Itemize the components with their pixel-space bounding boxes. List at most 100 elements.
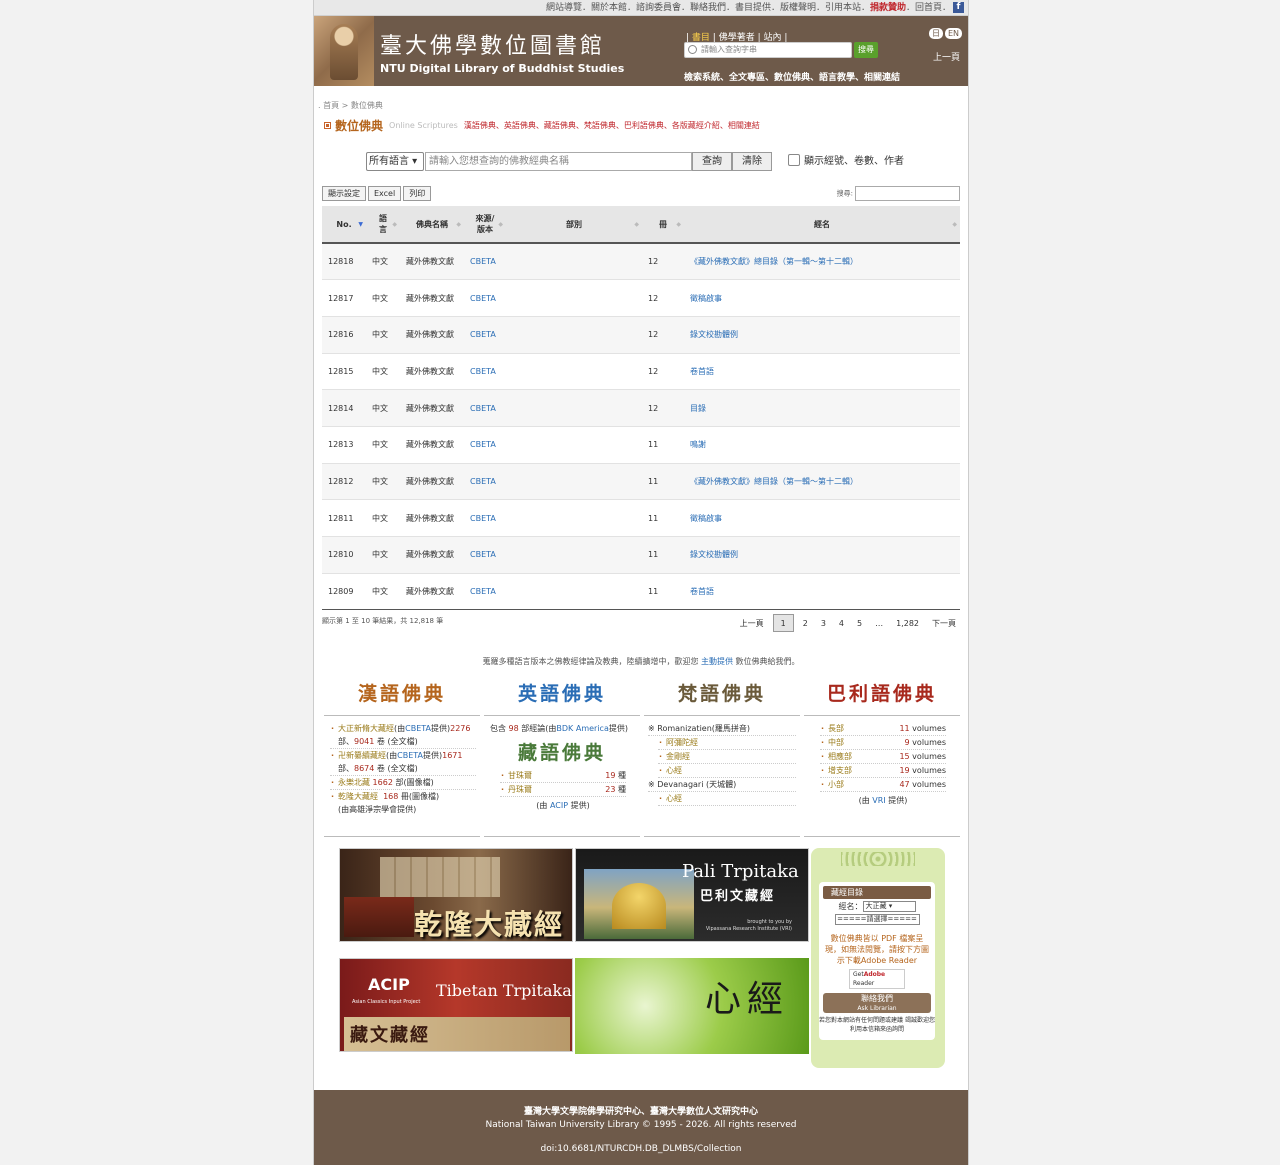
col-header-title[interactable]: 經名 ◆ bbox=[684, 206, 960, 244]
page-last[interactable]: 1,282 bbox=[892, 615, 923, 633]
table-toolbar: 顯示設定 Excel 列印 bbox=[322, 186, 433, 201]
clear-button[interactable]: 清除 bbox=[732, 152, 772, 171]
amitabha-sutra-link[interactable]: 阿彌陀經 bbox=[666, 738, 698, 747]
qianlong-link[interactable]: 乾隆大藏經 bbox=[338, 792, 378, 801]
col-header-name[interactable]: 佛典名稱 ◆ bbox=[400, 206, 464, 244]
canon-select[interactable]: 大正藏 ▾ bbox=[862, 901, 916, 912]
utility-links[interactable]: 網站導覽．關於本館．諮詢委員會．聯絡我們．書目提供．版權聲明．引用本站． bbox=[546, 3, 870, 13]
scripture-search-input[interactable]: 請輸入您想查詢的佛教經典名稱 bbox=[425, 152, 692, 171]
cell-title[interactable]: 卷首語 bbox=[684, 353, 960, 391]
home-link[interactable]: ．回首頁． bbox=[906, 3, 951, 13]
pagination-next[interactable]: 下一頁 bbox=[928, 615, 960, 633]
header-search-button[interactable]: 搜尋 bbox=[854, 42, 878, 58]
col-header-source[interactable]: 來源/版本 ◆ bbox=[464, 206, 506, 244]
cell-title[interactable]: 徵稿啟事 bbox=[684, 499, 960, 537]
cell-title[interactable]: 徵稿啟事 bbox=[684, 279, 960, 317]
prev-page-link[interactable]: 上一頁 bbox=[933, 50, 960, 63]
show-details-checkbox[interactable] bbox=[788, 154, 800, 166]
cell-source[interactable]: CBETA bbox=[464, 279, 506, 317]
col-header-part[interactable]: 部別 ◆ bbox=[506, 206, 642, 244]
language-select[interactable]: 所有語言 ▾ bbox=[366, 152, 424, 171]
page-5[interactable]: 5 bbox=[853, 615, 866, 633]
cell-source[interactable]: CBETA bbox=[464, 353, 506, 391]
cell-source[interactable]: CBETA bbox=[464, 463, 506, 501]
cell-title[interactable]: 鳴謝 bbox=[684, 426, 960, 464]
query-button[interactable]: 查詢 bbox=[692, 152, 732, 171]
adobe-reader-icon[interactable]: GetAdobe Reader bbox=[849, 969, 905, 989]
taisho-link[interactable]: 大正新脩大藏經 bbox=[338, 724, 394, 733]
yongle-link[interactable]: 永樂北藏 bbox=[338, 778, 370, 787]
column-sanskrit: 梵語佛典 ※ Romanizatien(羅馬拼音) 阿彌陀經 金剛經 心經 ※ … bbox=[644, 672, 800, 837]
tengyur-link[interactable]: 丹珠爾 bbox=[508, 785, 532, 794]
header-search-input[interactable]: 請輸入查詢字串 bbox=[684, 42, 852, 58]
bodhisattva-logo-image[interactable] bbox=[314, 16, 374, 86]
table-filter: 搜尋: bbox=[837, 186, 960, 201]
english-scriptures-title[interactable]: 英語佛典 bbox=[484, 672, 640, 716]
pali-tripitaka-banner[interactable]: Pali Trpitaka 巴利文藏經 brought to you by Vip… bbox=[575, 848, 809, 942]
chinese-scriptures-title[interactable]: 漢語佛典 bbox=[324, 672, 480, 716]
header-nav-links[interactable]: 檢索系統、全文專區、數位佛典、語言教學、相關連結 bbox=[684, 70, 900, 83]
contact-us-button[interactable]: 聯絡我們 Ask Librarian bbox=[823, 993, 931, 1013]
cell-no: 12811 bbox=[322, 499, 366, 537]
pagination-prev[interactable]: 上一頁 bbox=[736, 615, 768, 633]
cell-source[interactable]: CBETA bbox=[464, 499, 506, 537]
pali-nikaya-link[interactable]: 增支部 bbox=[828, 766, 852, 775]
facebook-icon[interactable]: f bbox=[953, 2, 964, 13]
excel-button[interactable]: Excel bbox=[368, 186, 402, 201]
diamond-sutra-link[interactable]: 金剛經 bbox=[666, 752, 690, 761]
sanskrit-scriptures-title[interactable]: 梵語佛典 bbox=[644, 672, 800, 716]
cell-title[interactable]: 目錄 bbox=[684, 389, 960, 427]
cell-title[interactable]: 卷首語 bbox=[684, 573, 960, 611]
print-button[interactable]: 列印 bbox=[403, 186, 432, 201]
contribute-link[interactable]: 主動提供 bbox=[701, 657, 733, 666]
display-settings-button[interactable]: 顯示設定 bbox=[322, 186, 366, 201]
page-3[interactable]: 3 bbox=[817, 615, 830, 633]
cell-source[interactable]: CBETA bbox=[464, 536, 506, 574]
site-title[interactable]: 臺大佛學數位圖書館 bbox=[380, 28, 605, 60]
cell-source[interactable]: CBETA bbox=[464, 316, 506, 354]
bdk-link[interactable]: BDK America bbox=[556, 724, 608, 733]
heart-sutra-deva-link[interactable]: 心經 bbox=[666, 794, 682, 803]
section-nav-links[interactable]: 漢語佛典、英語佛典、藏語佛典、梵語佛典、巴利語佛典、各版藏經介紹、相關連結 bbox=[464, 121, 760, 130]
pali-nikaya-link[interactable]: 長部 bbox=[828, 724, 844, 733]
page-4[interactable]: 4 bbox=[835, 615, 848, 633]
page-2[interactable]: 2 bbox=[799, 615, 812, 633]
lang-ja-button[interactable]: 日 bbox=[928, 28, 943, 39]
pali-nikaya-link[interactable]: 中部 bbox=[828, 738, 844, 747]
cell-title[interactable]: 《藏外佛教文獻》總目錄（第一輯～第十二輯） bbox=[684, 243, 960, 281]
col-header-no[interactable]: No. ▼ bbox=[322, 206, 366, 244]
acip-link[interactable]: ACIP bbox=[550, 801, 568, 810]
section-header: 數位佛典 Online Scriptures 漢語佛典、英語佛典、藏語佛典、梵語佛典… bbox=[324, 117, 760, 133]
cbeta-link[interactable]: CBETA bbox=[405, 724, 431, 733]
cell-title[interactable]: 錄文校勘體例 bbox=[684, 316, 960, 354]
tibetan-scriptures-title[interactable]: 藏語佛典 bbox=[484, 737, 640, 769]
cell-title[interactable]: 錄文校勘體例 bbox=[684, 536, 960, 574]
heart-sutra-link[interactable]: 心經 bbox=[666, 766, 682, 775]
xuzang-link[interactable]: 卍新纂續藏經 bbox=[338, 751, 386, 760]
cell-source[interactable]: CBETA bbox=[464, 243, 506, 281]
cell-source[interactable]: CBETA bbox=[464, 573, 506, 611]
lang-en-button[interactable]: EN bbox=[944, 28, 962, 39]
kangyur-link[interactable]: 甘珠爾 bbox=[508, 771, 532, 780]
table-filter-input[interactable] bbox=[855, 186, 960, 201]
tibetan-tripitaka-banner[interactable]: ACIP Asian Classics Input Project Tibeta… bbox=[339, 958, 573, 1052]
col-header-lang[interactable]: 語言 ◆ bbox=[366, 206, 400, 244]
vri-link[interactable]: VRI bbox=[872, 796, 885, 805]
cell-source[interactable]: CBETA bbox=[464, 426, 506, 464]
cbeta-link[interactable]: CBETA bbox=[397, 751, 423, 760]
page-1[interactable]: 1 bbox=[772, 614, 794, 632]
qianlong-banner[interactable]: 乾隆大藏經 bbox=[339, 848, 573, 942]
cell-title[interactable]: 《藏外佛教文獻》總目錄（第一輯～第十二輯） bbox=[684, 463, 960, 501]
site-footer: 臺灣大學文學院佛學研究中心、臺灣大學數位人文研究中心 National Taiw… bbox=[314, 1090, 968, 1165]
sutra-select[interactable]: =====請選擇===== bbox=[834, 914, 920, 925]
cell-name: 藏外佛教文獻 bbox=[400, 389, 464, 427]
heart-sutra-banner[interactable]: 心經 bbox=[575, 958, 809, 1054]
cell-source[interactable]: CBETA bbox=[464, 389, 506, 427]
pali-nikaya-link[interactable]: 小部 bbox=[828, 780, 844, 789]
pali-scriptures-title[interactable]: 巴利語佛典 bbox=[804, 672, 960, 716]
pali-nikaya-link[interactable]: 相應部 bbox=[828, 752, 852, 761]
breadcrumb-home[interactable]: 首頁 bbox=[323, 101, 339, 110]
donate-link[interactable]: 捐款贊助 bbox=[870, 3, 906, 13]
acip-subtitle: Asian Classics Input Project bbox=[352, 999, 421, 1005]
col-header-vol[interactable]: 冊 ◆ bbox=[642, 206, 684, 244]
